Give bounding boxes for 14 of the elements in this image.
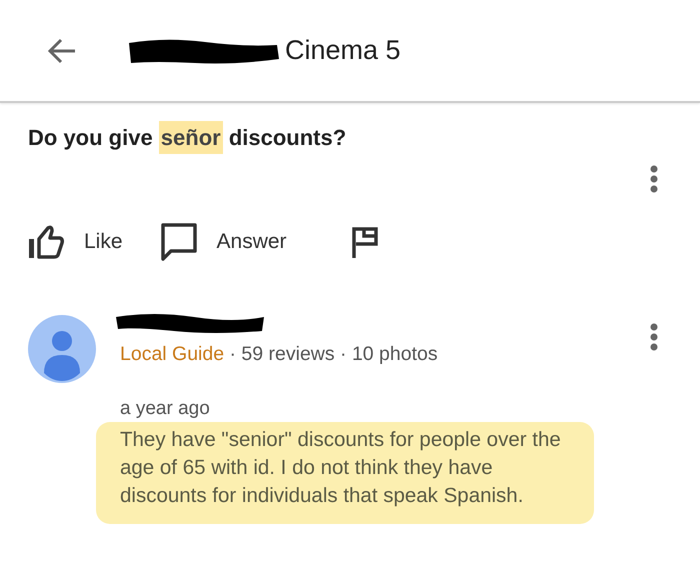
speech-bubble-icon bbox=[160, 223, 197, 261]
avatar-icon bbox=[28, 315, 96, 383]
thumbs-up-icon bbox=[28, 225, 64, 259]
flag-icon bbox=[350, 226, 379, 258]
answer-text: They have "senior" discounts for people over the age of 65 with id. I do not think they have discounts for individuals that speak Spanish. bbox=[96, 422, 594, 524]
page-title: Cinema 5 bbox=[285, 35, 401, 66]
answer-button[interactable]: Answer bbox=[160, 223, 287, 261]
more-options-icon[interactable] bbox=[650, 323, 658, 351]
more-options-icon[interactable] bbox=[650, 165, 658, 193]
answer-time: a year ago bbox=[120, 398, 211, 420]
local-guide-label: Local Guide bbox=[120, 343, 224, 365]
like-button[interactable]: Like bbox=[28, 225, 123, 259]
back-icon[interactable] bbox=[47, 38, 77, 64]
reviewer-stats: · 59 reviews · 10 photos bbox=[230, 343, 438, 365]
